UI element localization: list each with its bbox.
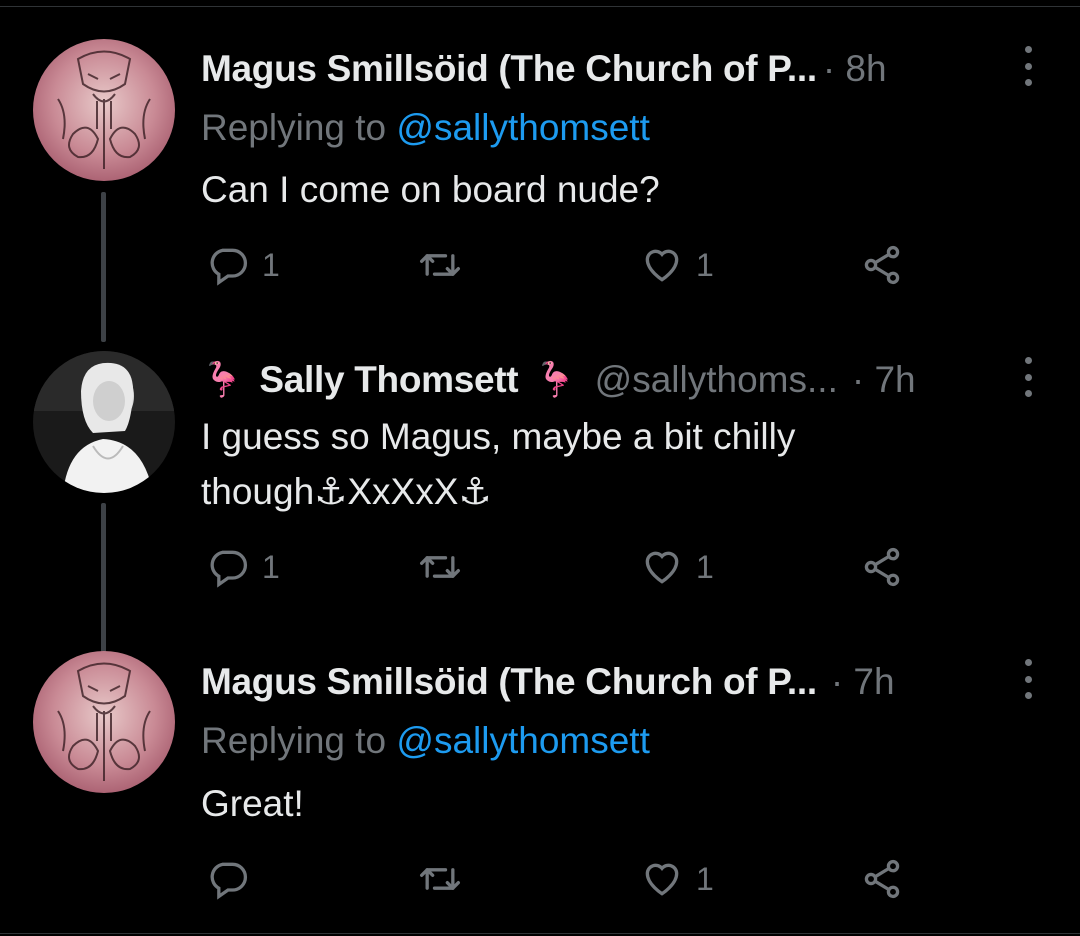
- avatar[interactable]: [33, 651, 175, 793]
- replying-label: Replying to: [201, 720, 387, 761]
- reply-button[interactable]: [206, 857, 262, 901]
- retweet-button[interactable]: [418, 857, 474, 901]
- like-count: 1: [696, 860, 714, 897]
- like-button[interactable]: 1: [640, 857, 714, 901]
- retweet-icon: [420, 868, 460, 890]
- bottom-divider: [0, 933, 1080, 934]
- reply-icon: [210, 862, 248, 900]
- avatar-image: [33, 651, 175, 793]
- timestamp[interactable]: · 7h: [831, 661, 895, 703]
- more-options-icon[interactable]: [1016, 659, 1040, 699]
- author-name[interactable]: Magus Smillsöid (The Church of P...: [201, 661, 817, 703]
- mention-link[interactable]: @sallythomsett: [396, 720, 649, 761]
- share-icon: [864, 859, 900, 899]
- tweet[interactable]: Magus Smillsöid (The Church of P... · 7h…: [0, 0, 1080, 936]
- replying-to: Replying to @sallythomsett: [201, 720, 650, 762]
- tweet-header: Magus Smillsöid (The Church of P... · 7h: [201, 657, 895, 707]
- tweet-text: Great!: [201, 783, 304, 824]
- tweet-actions: 1: [200, 857, 960, 901]
- share-button[interactable]: [860, 857, 904, 901]
- heart-icon: [645, 863, 679, 896]
